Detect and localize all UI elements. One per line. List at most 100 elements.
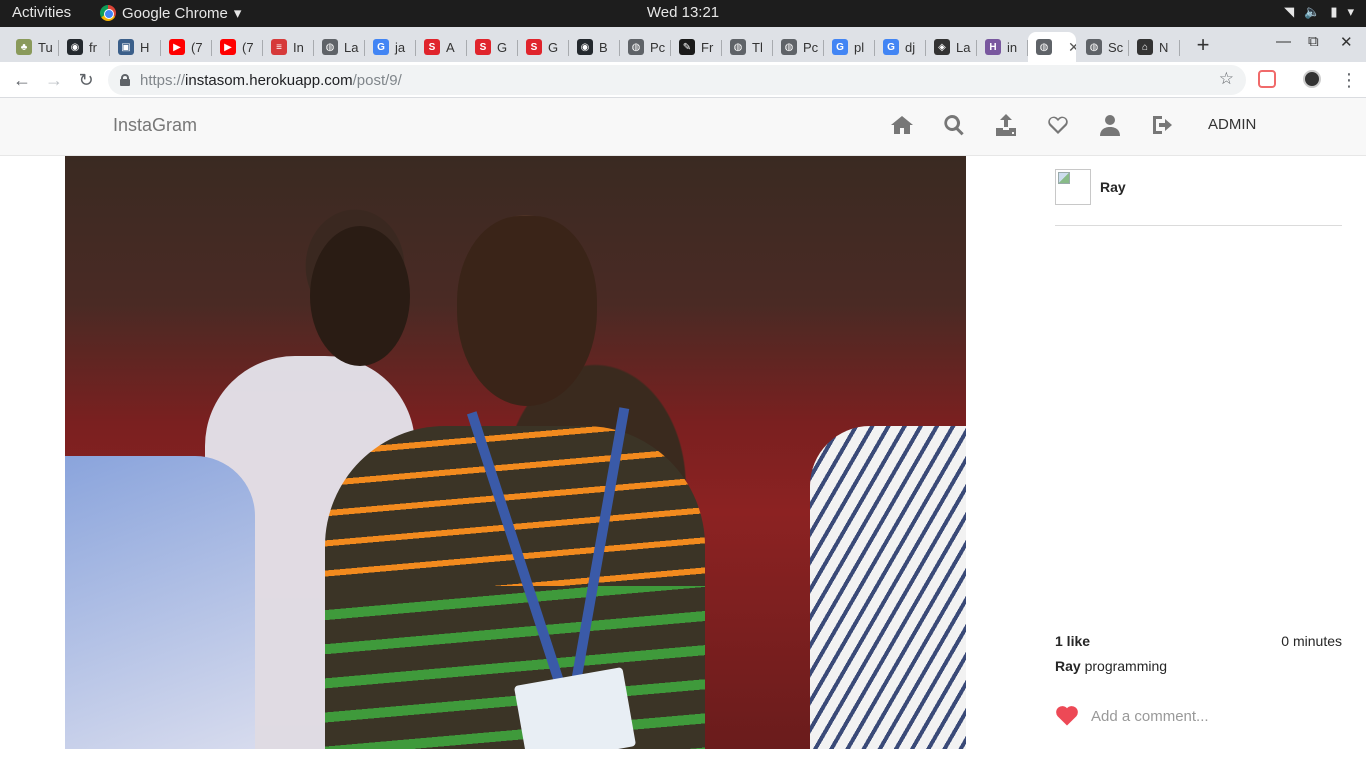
globe-icon: ◍: [1036, 39, 1052, 55]
os-top-bar: Activities Google Chrome ▾ Wed 13:21 ◥ 🔈…: [0, 0, 1366, 27]
google-icon: G: [373, 39, 389, 55]
tab-title: La: [344, 39, 359, 55]
tab-title: Sc: [1108, 39, 1124, 55]
browser-tab[interactable]: Hin: [977, 32, 1028, 62]
browser-tab[interactable]: ▣ H: [110, 32, 161, 62]
new-tab-button[interactable]: +: [1190, 33, 1216, 59]
browser-tab[interactable]: ✎ Fr: [671, 32, 722, 62]
like-count[interactable]: 1 like: [1055, 633, 1090, 649]
logout-icon[interactable]: [1150, 112, 1174, 138]
upload-icon[interactable]: [994, 112, 1018, 138]
browser-tab[interactable]: ≡ In: [263, 32, 314, 62]
admin-link[interactable]: ADMIN: [1208, 116, 1256, 133]
browser-tab[interactable]: ◍ Pc: [620, 32, 671, 62]
search-icon[interactable]: [942, 112, 966, 138]
browser-tab[interactable]: ◈ La: [926, 32, 977, 62]
github-icon: ◉: [577, 39, 593, 55]
browser-tab[interactable]: SG: [467, 32, 518, 62]
google-icon: G: [883, 39, 899, 55]
browser-tab[interactable]: ◉ B: [569, 32, 620, 62]
tab-title: La: [956, 39, 971, 55]
browser-tab[interactable]: ◍ Sc: [1078, 32, 1129, 62]
tab-title: G: [497, 39, 508, 55]
tab-title: (7: [242, 39, 254, 55]
site-brand[interactable]: InstaGram: [113, 115, 197, 136]
browser-tab[interactable]: ◍ Tl: [722, 32, 773, 62]
battery-icon: ▮: [1330, 4, 1338, 19]
browser-tab[interactable]: Gpl: [824, 32, 875, 62]
subject-head: [457, 216, 597, 406]
user-icon[interactable]: [1098, 112, 1122, 138]
tab-title: G: [548, 39, 559, 55]
browser-tab[interactable]: ♣ Tu: [8, 32, 59, 62]
browser-tab[interactable]: SG: [518, 32, 569, 62]
tab-title: Tl: [752, 39, 763, 55]
browser-tab[interactable]: ◉ fr: [59, 32, 110, 62]
url-path: /post/9/: [352, 71, 402, 89]
close-window-button[interactable]: ✕: [1340, 33, 1353, 51]
home-icon[interactable]: [890, 112, 914, 138]
extension-icon[interactable]: [1258, 70, 1276, 88]
close-tab-icon[interactable]: ✕: [1068, 39, 1076, 56]
globe-icon: ◍: [322, 39, 338, 55]
tab-title: B: [599, 39, 608, 55]
globe-icon: ◍: [730, 39, 746, 55]
caption-text: programming: [1084, 658, 1168, 674]
tab-title: dj: [905, 39, 916, 55]
post-time: 0 minutes: [1281, 633, 1342, 649]
divider: [1055, 225, 1342, 226]
post-username[interactable]: Ray: [1100, 179, 1126, 195]
tab-title: fr: [89, 39, 97, 55]
minimize-button[interactable]: —: [1276, 33, 1291, 50]
browser-tab[interactable]: ◍ ✕: [1028, 32, 1076, 62]
comment-input[interactable]: [1091, 704, 1331, 728]
avatar[interactable]: [1055, 169, 1091, 205]
browser-tab[interactable]: SA: [416, 32, 467, 62]
post-caption: Ray programming: [1055, 658, 1167, 674]
tab-title: Fr: [701, 39, 714, 55]
lock-icon: [120, 74, 130, 86]
maximize-button[interactable]: ⧉: [1308, 33, 1319, 50]
s-icon: S: [424, 39, 440, 55]
browser-tab[interactable]: ▶ (7: [212, 32, 263, 62]
back-button[interactable]: ←: [10, 68, 34, 92]
globe-icon: ◍: [781, 39, 797, 55]
url-host: instasom.herokuapp.com: [185, 71, 353, 89]
tab-title: H: [140, 39, 150, 55]
globe-icon: ◍: [628, 39, 644, 55]
bookmark-star-icon[interactable]: ☆: [1219, 69, 1234, 89]
tab-strip: ♣ Tu ◉ fr ▣ H ▶ (7 ▶ (7 ≡ In ◍ La Gja S A S G S G ◉ B ◍ Pc ✎ Fr ◍ Tl…: [0, 27, 1366, 62]
address-bar[interactable]: https://instasom.herokuapp.com/post/9/ ☆: [108, 65, 1246, 95]
volume-icon: 🔈: [1304, 4, 1321, 19]
github-icon: ◉: [67, 39, 83, 55]
browser-tab[interactable]: Gdj: [875, 32, 926, 62]
chrome-icon: [100, 5, 116, 21]
post-image: [65, 156, 966, 749]
youtube-icon: ▶: [220, 39, 236, 55]
like-heart-icon[interactable]: [1055, 704, 1079, 726]
tab-title: Pc: [650, 39, 666, 55]
app-name: Google Chrome: [122, 4, 228, 22]
heart-icon[interactable]: [1046, 112, 1070, 138]
browser-tab[interactable]: ▶ (7: [161, 32, 212, 62]
app-menu[interactable]: Google Chrome ▾: [100, 4, 241, 22]
tab-title: Tu: [38, 39, 53, 55]
url-scheme: https://: [140, 71, 186, 89]
striped-sweater-lower: [325, 586, 705, 749]
browser-tab[interactable]: ◍ La: [314, 32, 365, 62]
google-icon: G: [832, 39, 848, 55]
window-icon: ▣: [118, 39, 134, 55]
s-icon: S: [526, 39, 542, 55]
forward-button[interactable]: →: [42, 68, 66, 92]
browser-tab[interactable]: Gja: [365, 32, 416, 62]
tree-icon: ♣: [16, 39, 32, 55]
system-tray[interactable]: ◥ 🔈 ▮ ▾: [1284, 4, 1354, 20]
browser-tab[interactable]: ⌂ N: [1129, 32, 1180, 62]
profile-avatar[interactable]: [1303, 70, 1321, 88]
activities-button[interactable]: Activities: [12, 4, 71, 21]
caption-username[interactable]: Ray: [1055, 658, 1081, 674]
chrome-menu-button[interactable]: ⋮: [1340, 68, 1358, 92]
tab-title: pl: [854, 39, 865, 55]
browser-tab[interactable]: ◍ Pc: [773, 32, 824, 62]
reload-button[interactable]: ↻: [74, 68, 98, 92]
